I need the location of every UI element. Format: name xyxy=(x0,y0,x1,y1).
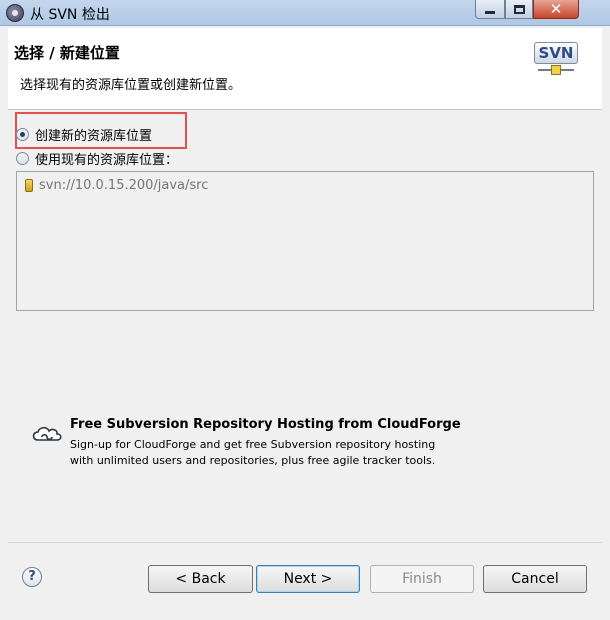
promo-title[interactable]: Free Subversion Repository Hosting from … xyxy=(70,417,461,432)
wizard-header: 选择 / 新建位置 选择现有的资源库位置或创建新位置。 SVN xyxy=(8,28,602,110)
list-item[interactable]: svn://10.0.15.200/java/src xyxy=(25,178,208,193)
repository-list[interactable]: svn://10.0.15.200/java/src xyxy=(16,171,594,311)
use-existing-location-option[interactable]: 使用现有的资源库位置： xyxy=(16,149,178,168)
svn-logo-text: SVN xyxy=(534,42,578,64)
help-icon[interactable]: ? xyxy=(22,567,42,587)
maximize-button[interactable] xyxy=(505,0,533,19)
page-title: 选择 / 新建位置 xyxy=(14,44,120,62)
repository-url: svn://10.0.15.200/java/src xyxy=(39,178,209,193)
wizard-footer: ? < Back Next > Finish Cancel xyxy=(8,542,602,612)
maximize-icon xyxy=(513,4,525,14)
repository-location-icon xyxy=(25,179,33,192)
create-new-label: 创建新的资源库位置 xyxy=(35,129,153,144)
promo-description: Sign-up for CloudForge and get free Subv… xyxy=(70,437,435,469)
title-bar: 从 SVN 检出 ✕ xyxy=(0,0,610,26)
minimize-button[interactable] xyxy=(475,0,505,19)
back-button[interactable]: < Back xyxy=(148,565,253,593)
svn-logo-icon: SVN xyxy=(534,42,578,78)
finish-button[interactable]: Finish xyxy=(370,565,474,593)
promo-line-1: Sign-up for CloudForge and get free Subv… xyxy=(70,438,436,451)
create-new-radio[interactable] xyxy=(16,128,29,141)
use-existing-radio[interactable] xyxy=(16,152,29,165)
wizard-body: 创建新的资源库位置 使用现有的资源库位置： svn://10.0.15.200/… xyxy=(8,111,602,536)
promo-line-2: with unlimited users and repositories, p… xyxy=(70,454,436,467)
window-title: 从 SVN 检出 xyxy=(30,7,110,23)
svn-logo-node xyxy=(551,65,561,75)
create-new-location-option[interactable]: 创建新的资源库位置 xyxy=(16,125,152,144)
use-existing-label: 使用现有的资源库位置： xyxy=(35,153,179,168)
next-button[interactable]: Next > xyxy=(256,565,360,593)
close-button[interactable]: ✕ xyxy=(533,0,579,19)
cancel-button[interactable]: Cancel xyxy=(483,565,587,593)
cloudforge-icon xyxy=(32,426,62,441)
minimize-icon xyxy=(485,10,495,14)
page-description: 选择现有的资源库位置或创建新位置。 xyxy=(20,78,242,93)
close-icon: ✕ xyxy=(549,0,563,18)
svn-checkout-icon xyxy=(6,4,24,22)
